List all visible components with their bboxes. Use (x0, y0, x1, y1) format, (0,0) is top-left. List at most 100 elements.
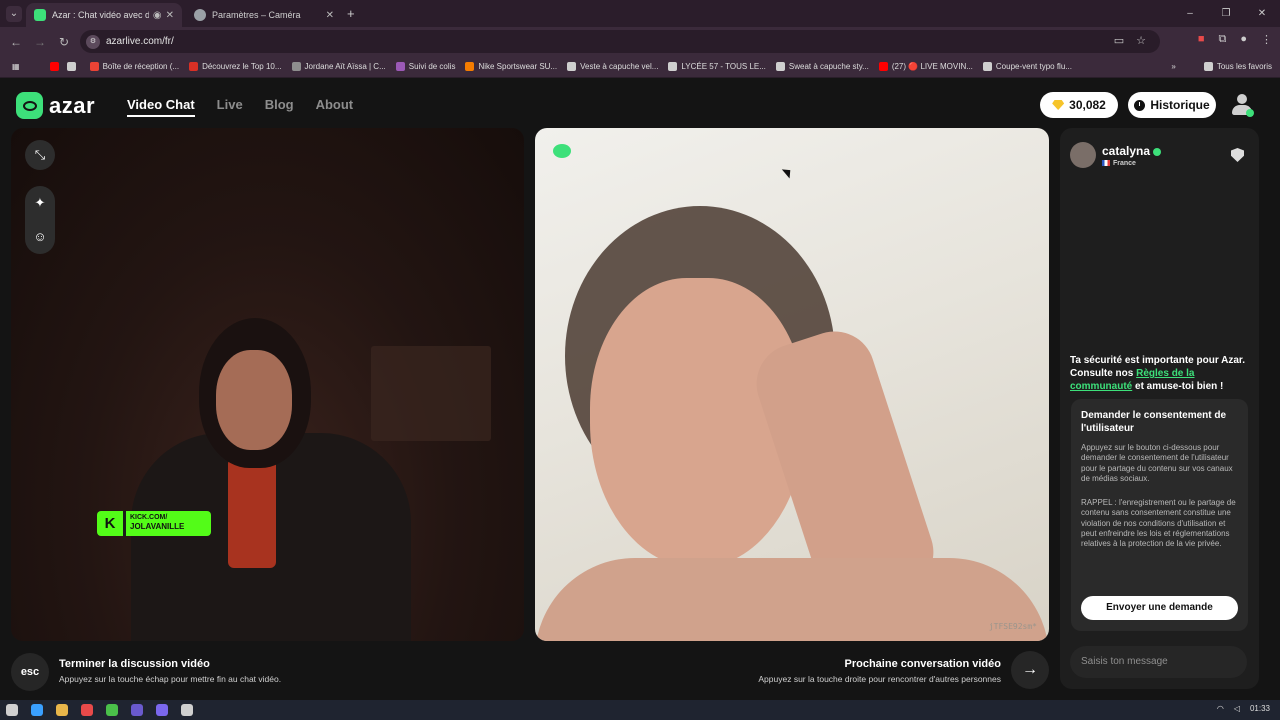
taskbar-app-icon[interactable] (181, 704, 193, 716)
kick-url: KICK.COM/ (130, 514, 168, 521)
report-shield-icon[interactable] (1231, 148, 1244, 162)
tab-azar[interactable]: Azar : Chat vidéo avec de n ◉ ✕ (26, 3, 182, 27)
clock-time[interactable]: 01:33 (1250, 704, 1270, 713)
partner-name: catalyna (1102, 144, 1151, 158)
minimize-video-icon[interactable]: ⤡ (25, 140, 55, 170)
gems-count: 30,082 (1069, 98, 1106, 112)
bookmark-item[interactable] (66, 62, 80, 71)
next-chat-hint: Appuyez sur la touche droite pour rencon… (758, 674, 1001, 684)
site-info-icon[interactable]: ⚙ (86, 34, 100, 49)
kick-overlay: K KICK.COM/ JOLAVANILLE (97, 511, 211, 536)
taskbar-app-icon[interactable] (156, 704, 168, 716)
nav-video-chat[interactable]: Video Chat (127, 97, 195, 117)
bookmark-label: Veste à capuche vel... (580, 62, 659, 71)
azar-logo-icon (16, 92, 43, 119)
partner-avatar[interactable] (1070, 142, 1096, 168)
bookmark-item[interactable]: Boîte de réception (... (89, 62, 179, 71)
local-user-shirt (228, 458, 276, 568)
tab-search-icon[interactable]: ⌄ (6, 6, 22, 22)
youtube-bookmark-icon[interactable] (49, 62, 63, 71)
effects-controls: ✦ ☺ (25, 186, 55, 254)
wifi-icon[interactable]: ◠ (1217, 704, 1224, 713)
message-input[interactable]: Saisis ton message (1070, 646, 1247, 678)
taskbar-app-icon[interactable] (31, 704, 43, 716)
kick-username: JOLAVANILLE (130, 522, 185, 531)
bookmark-item[interactable]: LYCÉE 57 - TOUS LE... (668, 62, 766, 71)
bookmark-item[interactable]: (27) 🔴 LIVE MOVIN... (878, 62, 973, 71)
volume-icon[interactable]: ◁ (1234, 704, 1240, 713)
sparkle-effects-icon[interactable]: ✦ (25, 186, 55, 220)
face-filter-icon[interactable]: ☺ (25, 220, 55, 254)
minimize-button[interactable]: – (1172, 0, 1208, 27)
bookmark-favicon-icon (668, 62, 678, 71)
extension-icon[interactable]: ■ (1198, 33, 1205, 46)
bookmark-label: LYCÉE 57 - TOUS LE... (681, 62, 766, 71)
next-chat-title: Prochaine conversation vidéo (844, 658, 1002, 670)
close-tab-icon[interactable]: ✕ (326, 10, 334, 21)
bookmark-item[interactable]: Découvrez le Top 10... (189, 62, 282, 71)
clock-icon (1134, 99, 1146, 111)
restore-button[interactable]: ❐ (1208, 0, 1244, 27)
taskbar-app-icon[interactable] (131, 704, 143, 716)
safety-text-end: et amuse-toi bien ! (1132, 381, 1224, 392)
close-tab-icon[interactable]: ✕ (166, 10, 174, 21)
local-user-face (216, 350, 292, 450)
reload-icon[interactable]: ↻ (52, 35, 76, 49)
apps-grid-icon[interactable]: ▦ (12, 62, 20, 71)
cast-icon[interactable]: ▭ (1114, 30, 1124, 53)
bookmark-label: Coupe-vent typo flu... (995, 62, 1072, 71)
tab-settings-camera[interactable]: Paramètres – Caméra ✕ (186, 3, 342, 27)
back-arrow-icon[interactable]: ← (4, 35, 28, 49)
azar-app: azar Video Chat Live Blog About 30,082 H… (0, 78, 1280, 700)
end-chat-button[interactable]: esc (11, 653, 49, 691)
kick-channel: KICK.COM/ JOLAVANILLE (126, 511, 211, 536)
url-field[interactable]: ⚙ azarlive.com/fr/ ▭ ☆ (80, 30, 1160, 53)
bookmark-favicon-icon (878, 62, 888, 71)
bookmark-item[interactable]: Jordane Aït Aïssa | C... (291, 62, 386, 71)
bookmark-favicon-icon (189, 62, 199, 71)
recording-icon: ◉ (152, 9, 162, 21)
send-request-button[interactable]: Envoyer une demande (1081, 596, 1238, 620)
all-bookmarks-folder[interactable]: Tous les favoris (1203, 62, 1272, 71)
close-window-button[interactable]: ✕ (1244, 0, 1280, 27)
taskbar-app-icon[interactable] (56, 704, 68, 716)
online-status-dot (1246, 109, 1254, 117)
end-chat-title: Terminer la discussion vidéo (59, 658, 210, 670)
bookmark-item[interactable]: Sweat à capuche sty... (775, 62, 869, 71)
nav-live[interactable]: Live (217, 97, 243, 117)
forward-arrow-icon[interactable]: → (28, 35, 52, 49)
bookmark-item[interactable]: Nike Sportswear SU... (465, 62, 557, 71)
next-chat-button[interactable]: → (1011, 651, 1049, 689)
bookmark-item[interactable]: Suivi de colis (395, 62, 456, 71)
browser-tab-strip: ⌄ Azar : Chat vidéo avec de n ◉ ✕ Paramè… (0, 0, 1280, 27)
menu-dots-icon[interactable]: ⋮ (1261, 33, 1272, 46)
bookmark-item[interactable]: Coupe-vent typo flu... (982, 62, 1072, 71)
more-bookmarks-icon[interactable]: » (1171, 62, 1175, 71)
gems-balance-button[interactable]: 30,082 (1040, 92, 1118, 118)
nav-blog[interactable]: Blog (265, 97, 294, 117)
windows-start-icon[interactable] (6, 704, 18, 716)
nav-about[interactable]: About (316, 97, 354, 117)
logo-text: azar (49, 92, 96, 118)
user-avatar[interactable] (1230, 92, 1254, 118)
consent-title: Demander le consentement de l'utilisateu… (1081, 410, 1227, 434)
history-button[interactable]: Historique (1128, 92, 1216, 118)
azar-logo[interactable]: azar (16, 92, 95, 119)
tab-title: Azar : Chat vidéo avec de n (52, 10, 149, 20)
address-bar: ← → ↻ ⚙ azarlive.com/fr/ ▭ ☆ ■ ⧉ ● ⋮ (0, 27, 1280, 56)
bookmark-star-icon[interactable]: ☆ (1136, 30, 1146, 53)
consent-reminder: RAPPEL : l'enregistrement ou le partage … (1081, 498, 1236, 549)
azar-favicon-icon (34, 9, 46, 21)
taskbar: ◠ ◁ 01:33 (0, 700, 1280, 720)
azar-watermark-icon (553, 144, 571, 158)
profile-icon[interactable]: ● (1240, 33, 1247, 46)
wall-poster (371, 346, 491, 441)
bookmark-label: Suivi de colis (408, 62, 456, 71)
new-tab-button[interactable]: + (347, 6, 355, 21)
partner-country: France (1113, 160, 1136, 167)
gear-icon (194, 9, 206, 21)
bookmark-item[interactable]: Veste à capuche vel... (567, 62, 658, 71)
puzzle-icon[interactable]: ⧉ (1218, 33, 1226, 46)
taskbar-app-icon[interactable] (81, 704, 93, 716)
taskbar-app-icon[interactable] (106, 704, 118, 716)
